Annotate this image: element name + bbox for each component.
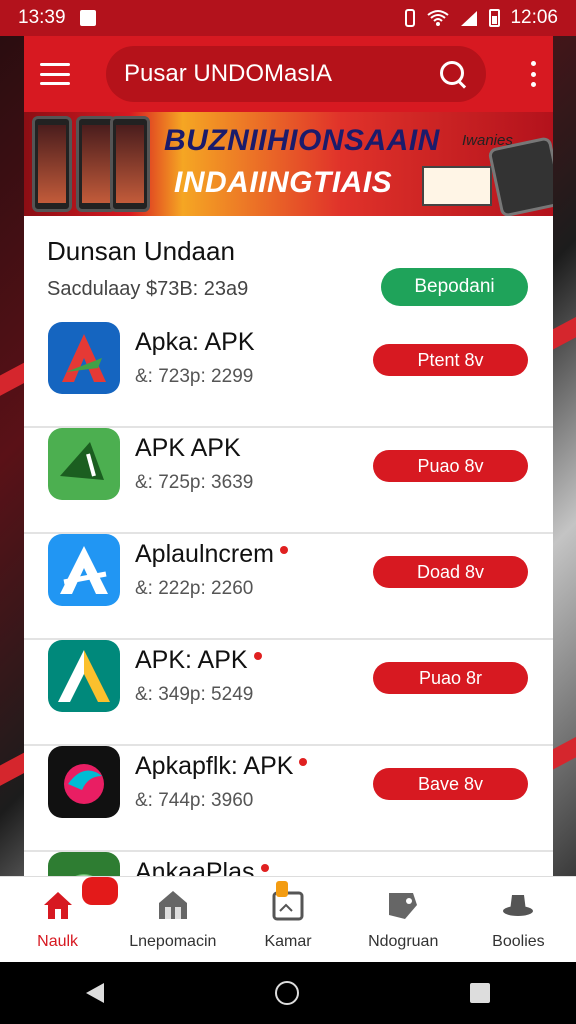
app-title: Pusar UNDOMasIA <box>124 60 333 87</box>
swirl-logo-icon <box>48 746 120 818</box>
nav-item-store[interactable]: Lnepomacin <box>115 877 230 962</box>
download-button[interactable]: Puao 8r <box>373 662 528 694</box>
a-logo-lightblue-icon <box>48 534 120 606</box>
banner-headline: BUZNIIHIONSAAIN <box>164 124 440 157</box>
app-name-text: Apka: APK <box>135 328 255 356</box>
alert-badge <box>276 881 289 897</box>
new-indicator-dot <box>279 546 288 554</box>
app-list-item[interactable]: APK: APK &: 349p: 5249 Puao 8r <box>24 640 553 746</box>
more-options-icon[interactable] <box>529 61 537 87</box>
a-logo-blue-icon <box>48 322 120 394</box>
nav-item-inbox[interactable]: Kamar <box>230 877 345 962</box>
new-indicator-dot <box>299 758 308 766</box>
wifi-icon <box>427 10 450 26</box>
app-list-item[interactable]: Apka: APK &: 723p: 2299 Ptent 8v <box>24 322 553 428</box>
download-button[interactable]: Doad 8v <box>373 556 528 588</box>
status-time-left: 13:39 <box>18 7 66 28</box>
nav-label: Kamar <box>264 933 312 950</box>
new-indicator-dot <box>253 652 262 660</box>
app-name: Apka: APK <box>135 328 255 357</box>
nav-label: Naulk <box>37 933 79 950</box>
search-icon[interactable] <box>438 59 468 89</box>
download-button[interactable]: Bave 8v <box>373 768 528 800</box>
app-list-item[interactable]: Apkapflk: APK &: 744p: 3960 Bave 8v <box>24 746 553 852</box>
device-image <box>487 136 553 216</box>
app-meta: &: 349p: 5249 <box>135 684 254 705</box>
search-bar[interactable]: Pusar UNDOMasIA <box>106 46 486 102</box>
app-name: AnkaaPlas <box>135 858 269 876</box>
signal-icon <box>461 11 478 26</box>
app-list-item[interactable]: Aplaulncrem &: 222p: 2260 Doad 8v <box>24 534 553 640</box>
store-icon <box>158 891 187 919</box>
app-name: Apkapflk: APK <box>135 752 308 781</box>
app-meta: &: 222p: 2260 <box>135 578 254 599</box>
back-icon[interactable] <box>85 983 104 1003</box>
banner-card <box>422 166 492 206</box>
status-time-right: 12:06 <box>510 7 558 28</box>
home-icon <box>43 892 72 919</box>
tag-icon <box>389 893 418 919</box>
recent-apps-icon[interactable] <box>470 983 491 1003</box>
app-meta: &: 744p: 3960 <box>135 790 254 811</box>
status-bar: 13:39 12:06 <box>0 0 576 36</box>
leaf-logo-icon <box>48 852 120 876</box>
notification-badge <box>82 877 118 905</box>
a-logo-green-icon <box>48 428 120 500</box>
nav-label: Ndogruan <box>368 933 439 950</box>
hamburger-menu-icon[interactable] <box>40 63 70 85</box>
nav-label: Lnepomacin <box>129 933 217 950</box>
phone-image <box>32 116 72 212</box>
home-button-icon[interactable] <box>274 981 299 1005</box>
app-name-text: Aplaulncrem <box>135 540 274 568</box>
nav-item-tags[interactable]: Ndogruan <box>346 877 461 962</box>
new-indicator-dot <box>260 864 269 872</box>
a-logo-teal-icon <box>48 640 120 712</box>
system-navigation-bar <box>0 962 576 1024</box>
notification-icon <box>79 10 96 26</box>
app-list-item[interactable]: APK APK &: 725p: 3639 Puao 8v <box>24 428 553 534</box>
download-button[interactable]: Puao 8v <box>373 450 528 482</box>
battery-icon <box>489 9 501 27</box>
app-meta: &: 723p: 2299 <box>135 366 254 387</box>
section-title: Dunsan Undaan <box>47 236 235 266</box>
app-list-card: Dunsan Undaan Sacdulaay $73B: 23a9 Bepod… <box>24 216 553 876</box>
download-all-button[interactable]: Bepodani <box>381 268 528 306</box>
app-name-text: APK: APK <box>135 646 248 674</box>
app-bar: Pusar UNDOMasIA <box>24 36 553 112</box>
app-name: APK APK <box>135 434 241 463</box>
vibrate-icon <box>405 9 416 27</box>
app-name: APK: APK <box>135 646 262 675</box>
nav-label: Boolies <box>492 933 545 950</box>
app-name-text: AnkaaPlas <box>135 858 255 876</box>
app-name: Aplaulncrem <box>135 540 288 569</box>
section-subtitle: Sacdulaay $73B: 23a9 <box>47 278 249 300</box>
nav-item-home[interactable]: Naulk <box>0 877 118 962</box>
app-name-text: APK APK <box>135 434 241 462</box>
app-meta: &: 725p: 3639 <box>135 472 254 493</box>
banner-subline: INDAIINGTIAIS <box>174 166 393 199</box>
bottom-navigation: Naulk Lnepomacin Kamar Ndogruan Boolies <box>0 876 576 962</box>
nav-item-more[interactable]: Boolies <box>461 877 576 962</box>
promo-banner[interactable]: BUZNIIHIONSAAIN INDAIINGTIAIS Iwanies <box>24 112 553 216</box>
app-name-text: Apkapflk: APK <box>135 752 294 780</box>
phone-image <box>110 116 150 212</box>
download-button[interactable]: Ptent 8v <box>373 344 528 376</box>
hat-icon <box>503 895 534 916</box>
app-list-item[interactable]: AnkaaPlas <box>24 852 553 876</box>
